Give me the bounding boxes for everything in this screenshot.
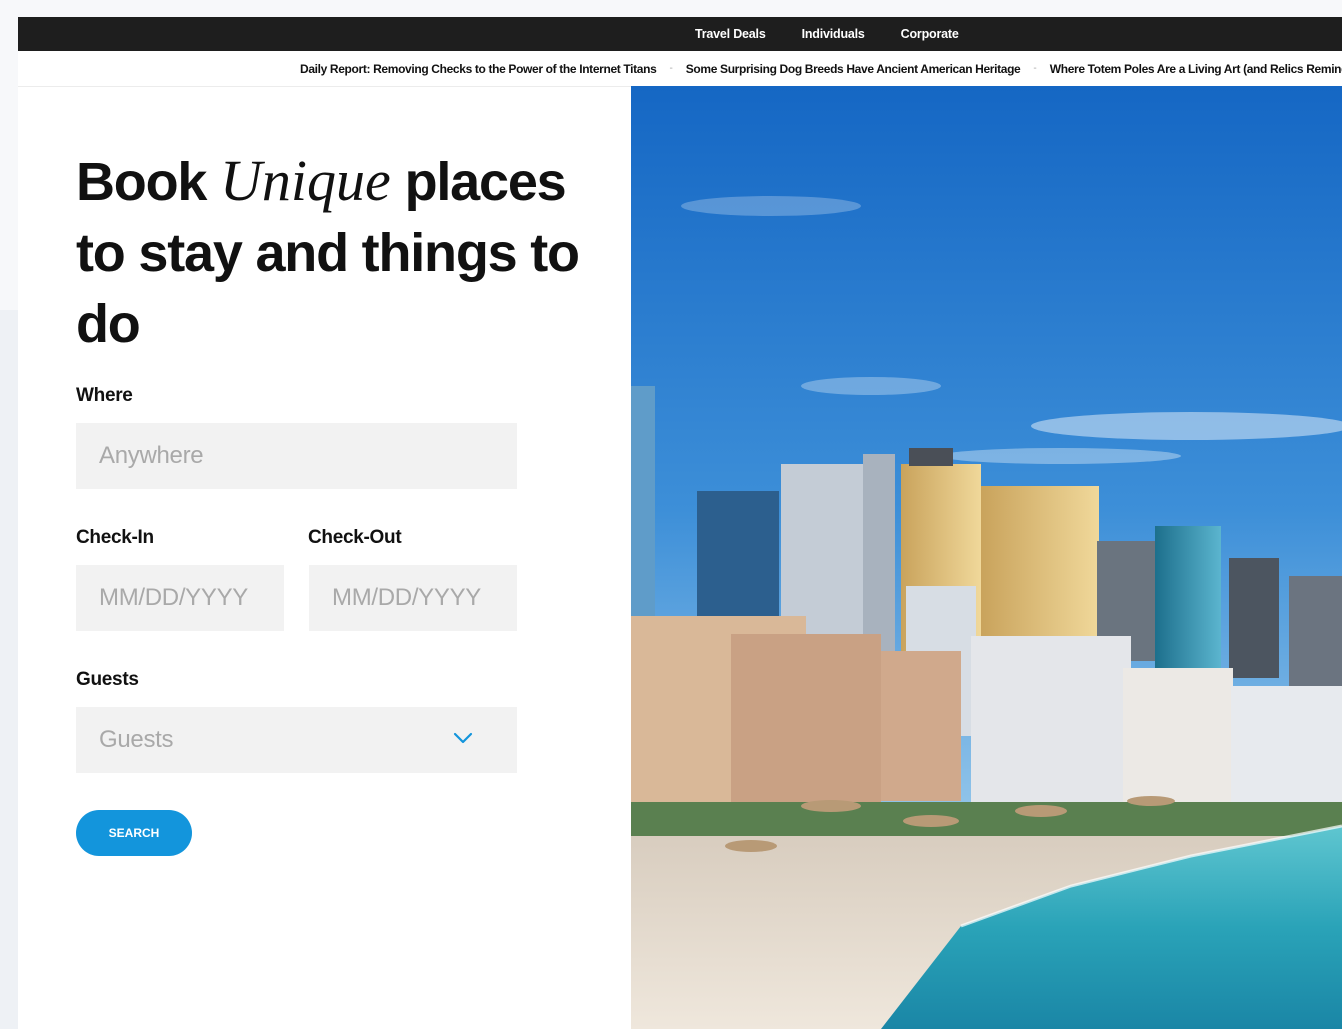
checkout-placeholder: MM/DD/YYYY: [332, 584, 482, 611]
top-nav-links: Travel Deals Individuals Corporate: [695, 17, 995, 51]
booking-panel: Book Unique places to stay and things to…: [18, 87, 631, 1029]
ticker-items: Daily Report: Removing Checks to the Pow…: [300, 51, 1342, 86]
checkin-label: Check-In: [76, 527, 154, 548]
guests-label: Guests: [76, 669, 139, 690]
ticker-separator: -: [1033, 63, 1037, 74]
page: Travel Deals Individuals Corporate Daily…: [18, 17, 1342, 1029]
search-button[interactable]: SEARCH: [76, 810, 192, 856]
ticker-headline[interactable]: Where Totem Poles Are a Living Art (and …: [1050, 62, 1342, 76]
hero-image: [631, 86, 1342, 1029]
chevron-down-icon: [453, 732, 473, 744]
page-title: Book Unique places to stay and things to…: [76, 145, 596, 360]
ticker-separator: -: [669, 63, 673, 74]
nav-link-individuals[interactable]: Individuals: [802, 27, 865, 41]
checkin-placeholder: MM/DD/YYYY: [99, 584, 249, 611]
nav-link-corporate[interactable]: Corporate: [901, 27, 959, 41]
guests-value: Guests: [99, 726, 174, 753]
checkout-input[interactable]: MM/DD/YYYY: [309, 565, 517, 631]
where-placeholder: Anywhere: [99, 442, 204, 469]
top-nav: Travel Deals Individuals Corporate: [18, 17, 1342, 51]
title-part-1: Book: [76, 152, 221, 212]
ticker-headline[interactable]: Some Surprising Dog Breeds Have Ancient …: [686, 62, 1021, 76]
news-ticker: Daily Report: Removing Checks to the Pow…: [18, 51, 1342, 87]
ticker-headline[interactable]: Daily Report: Removing Checks to the Pow…: [300, 62, 657, 76]
beach-city-photo: [631, 86, 1342, 1029]
nav-link-travel-deals[interactable]: Travel Deals: [695, 27, 766, 41]
checkout-label: Check-Out: [308, 527, 402, 548]
where-input[interactable]: Anywhere: [76, 423, 517, 489]
title-emphasis: Unique: [220, 148, 391, 213]
where-label: Where: [76, 385, 133, 406]
guests-select[interactable]: Guests: [76, 707, 517, 773]
checkin-input[interactable]: MM/DD/YYYY: [76, 565, 284, 631]
